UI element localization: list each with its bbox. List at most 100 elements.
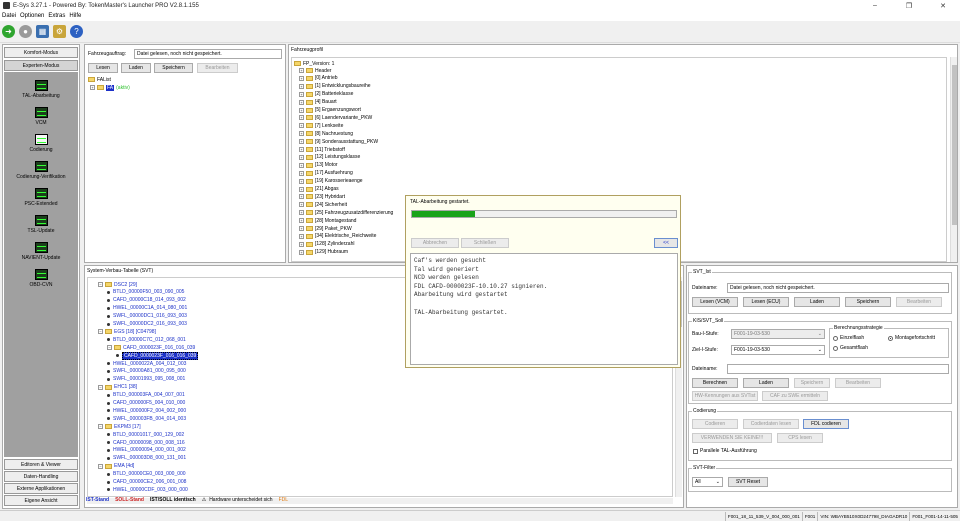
maximize-icon[interactable]: ❐ xyxy=(892,0,926,11)
fp-item[interactable]: + [128] Zylinderzahl xyxy=(299,241,354,248)
menu-hilfe[interactable]: Hilfe xyxy=(69,13,81,19)
expand-icon[interactable]: + xyxy=(299,170,304,176)
expand-icon[interactable]: + xyxy=(299,249,304,255)
help-icon[interactable]: ? xyxy=(70,25,83,38)
svt-laden-button[interactable]: Laden xyxy=(794,297,840,307)
svt-bearbeiten-button[interactable]: Bearbeiten xyxy=(896,297,942,307)
svt-ecu-row[interactable]: − EKPM3 [17] xyxy=(98,423,141,430)
fp-item[interactable]: + [0] Antrieb xyxy=(299,75,338,82)
fa-laden-button[interactable]: Laden xyxy=(121,63,151,73)
svt-lesen-ecu-button[interactable]: Lesen (ECU) xyxy=(743,297,789,307)
settings-icon[interactable]: ⚙ xyxy=(53,25,66,38)
sidebar-item-obd-cvn[interactable]: OBD-CVN xyxy=(4,261,78,288)
menu-datei[interactable]: Datei xyxy=(2,13,16,19)
sidebar-item-tsl-update[interactable]: TSL-Update xyxy=(4,207,78,234)
externe-applikationen-button[interactable]: Externe Applikationen xyxy=(4,483,78,494)
svt-sw-row[interactable]: CAFD_00000CE2_006_001_008 xyxy=(107,479,186,486)
fp-item[interactable]: + [17] Ausfuehrung xyxy=(299,170,353,177)
fp-item[interactable]: + [19] Karosserieaenge xyxy=(299,178,363,185)
fa-bearbeiten-button[interactable]: Bearbeiten xyxy=(197,63,238,73)
parallel-tal-checkbox[interactable]: Parallele TAL-Ausführung xyxy=(693,448,757,454)
svt-sw-row[interactable]: HWEL_00000C1A_014_080_001 xyxy=(107,305,187,312)
svt-sw-row[interactable]: CAFD_00000098_000_008_116 xyxy=(107,439,185,446)
collapse-icon[interactable]: − xyxy=(98,424,103,430)
svt-sw-row[interactable]: CAFD_000000F5_004_010_000 xyxy=(107,400,185,407)
codierdaten-lesen-button[interactable]: Codierdaten lesen xyxy=(743,419,799,429)
svt-sw-row[interactable]: HWEL_00000CDF_003_000_000 xyxy=(107,486,188,493)
expand-icon[interactable]: + xyxy=(299,139,304,145)
kis-laden-button[interactable]: Laden xyxy=(743,378,789,388)
menu-optionen[interactable]: Optionen xyxy=(20,13,44,19)
fa-speichern-button[interactable]: Speichern xyxy=(154,63,193,73)
fp-root[interactable]: FP_Version: 1 xyxy=(294,60,334,67)
svt-sw-row[interactable]: HWEL_00000094_000_001_002 xyxy=(107,447,186,454)
fa-tree-item[interactable]: + FA (aktiv) xyxy=(90,84,130,91)
fp-item[interactable]: + [29] Paket_PKW xyxy=(299,225,352,232)
caf-ermitteln-button[interactable]: CAF zu SWE ermitteln xyxy=(762,391,828,401)
svt-sw-row[interactable]: BTLD_00000CE0_003_000_000 xyxy=(107,471,186,478)
expand-icon[interactable]: + xyxy=(299,202,304,208)
sidebar-item-vcm[interactable]: VCM xyxy=(4,99,78,126)
svt-ecu-row[interactable]: − EGS [18] [C04798] xyxy=(98,328,156,335)
svt-sw-row[interactable]: SWFL_00001993_095_008_001 xyxy=(107,376,185,383)
fp-item[interactable]: + [6] Laendervariante_PKW xyxy=(299,114,372,121)
kis-bearbeiten-button[interactable]: Bearbeiten xyxy=(835,378,881,388)
expand-icon[interactable]: + xyxy=(299,154,304,160)
verwenden-button[interactable]: VERWENDEN SIE KEINE!!! xyxy=(692,433,772,443)
svt-sw-row[interactable]: BTLD_00000F50_003_090_005 xyxy=(107,289,184,296)
fa-lesen-button[interactable]: Lesen xyxy=(88,63,118,73)
expand-icon[interactable]: + xyxy=(299,194,304,200)
expand-icon[interactable]: + xyxy=(299,233,304,239)
hw-kennungen-button[interactable]: HW-Kennungen aus SVTist xyxy=(692,391,758,401)
close-icon[interactable]: ✕ xyxy=(926,0,960,11)
expand-icon[interactable]: + xyxy=(299,91,304,97)
menu-extras[interactable]: Extras xyxy=(48,13,65,19)
expand-icon[interactable]: + xyxy=(299,123,304,129)
expand-icon[interactable]: + xyxy=(299,178,304,184)
svt-sw-row[interactable]: HWEL_000000F2_004_002_000 xyxy=(107,407,186,414)
bau-stufe-select[interactable]: F001-19-03-530 ⌄ xyxy=(731,329,825,339)
fp-item[interactable]: + [13] Motor xyxy=(299,162,338,169)
experten-modus-button[interactable]: Experten-Modus xyxy=(4,60,78,71)
fp-item[interactable]: + [28] Montagestand xyxy=(299,217,356,224)
fp-item[interactable]: + [129] Hubraum xyxy=(299,249,348,256)
svt-sw-row[interactable]: BTLD_00001017_000_129_002 xyxy=(107,431,184,438)
expand-icon[interactable]: + xyxy=(299,99,304,105)
komfort-modus-button[interactable]: Komfort-Modus xyxy=(4,47,78,58)
fp-item[interactable]: + [24] Sicherheit xyxy=(299,201,347,208)
fp-item[interactable]: + [2] Batterieklasse xyxy=(299,91,353,98)
expand-icon[interactable]: + xyxy=(299,210,304,216)
network-icon[interactable]: ▦ xyxy=(36,25,49,38)
svt-ecu-row[interactable]: − DSC2 [29] xyxy=(98,281,137,288)
expand-icon[interactable]: + xyxy=(299,218,304,224)
svt-reset-button[interactable]: SVT Reset xyxy=(728,477,768,487)
svt-sw-row[interactable]: SWFL_000003FB_004_014_003 xyxy=(107,415,186,422)
expand-icon[interactable]: + xyxy=(90,85,95,90)
fp-scroll-thumb[interactable] xyxy=(952,65,957,225)
collapse-icon[interactable]: − xyxy=(107,345,112,351)
fp-item[interactable]: + [23] Hybridart xyxy=(299,193,345,200)
expand-icon[interactable]: + xyxy=(299,131,304,137)
fp-item[interactable]: + Header xyxy=(299,67,331,74)
collapse-icon[interactable]: − xyxy=(98,329,103,335)
svt-sw-row[interactable]: BTLD_000003FA_004_007_001 xyxy=(107,392,185,399)
sidebar-item-navient-update[interactable]: NAVIENT-Update xyxy=(4,234,78,261)
cps-lesen-button[interactable]: CPS lesen xyxy=(777,433,823,443)
svt-sw-row[interactable]: SWFL_00000DC1_016_093_003 xyxy=(107,313,187,320)
daten-handling-button[interactable]: Daten-Handling xyxy=(4,471,78,482)
svt-sw-row[interactable]: HWEL_0000022A_004_012_003 xyxy=(107,360,186,367)
svt-sw-row[interactable]: SWFL_000003D8_000_131_001 xyxy=(107,455,186,462)
fp-item[interactable]: + [12] Leistungsklasse xyxy=(299,154,360,161)
svt-ist-filename-field[interactable]: Datei gelesen, noch nicht gespeichert. xyxy=(727,283,949,293)
fp-item[interactable]: + [25] Fahrzeugzusatzdifferenzierung xyxy=(299,209,393,216)
collapse-icon[interactable]: − xyxy=(98,282,103,287)
sidebar-item-codierung[interactable]: Codierung xyxy=(4,126,78,153)
expand-icon[interactable]: + xyxy=(299,241,304,247)
expand-icon[interactable]: + xyxy=(299,83,304,89)
collapse-button[interactable]: << xyxy=(654,238,678,248)
fp-item[interactable]: + [7] Lenkseite xyxy=(299,122,343,129)
expand-icon[interactable]: + xyxy=(299,68,304,73)
sidebar-item-tal-abarbeitung[interactable]: TAL-Abarbeitung xyxy=(4,72,78,99)
schliessen-button[interactable]: Schließen xyxy=(461,238,509,248)
disconnect-icon[interactable]: ● xyxy=(19,25,32,38)
